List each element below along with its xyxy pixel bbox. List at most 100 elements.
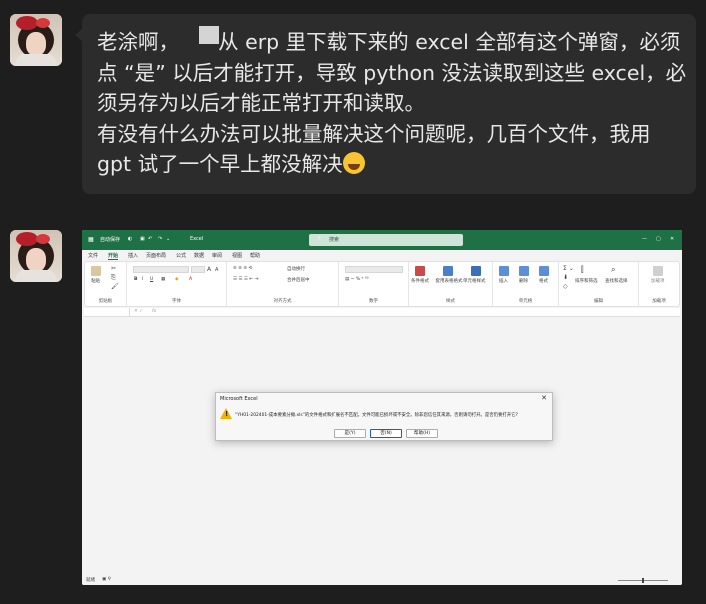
no-button: 否(N) bbox=[370, 429, 402, 438]
group-label: 加载项 bbox=[652, 299, 666, 304]
formula-bar: ✕ ✓ fx bbox=[84, 308, 680, 317]
cut-icon: ✂ bbox=[111, 265, 117, 272]
cell-style-icon bbox=[471, 266, 481, 276]
fill-icon: ⬇ bbox=[563, 274, 569, 281]
chevron-down-icon: ⌄ bbox=[166, 236, 171, 242]
avatar[interactable] bbox=[10, 230, 62, 282]
border-icon: ▦ bbox=[161, 277, 166, 282]
sort-filter-button: 排序和筛选 bbox=[575, 279, 598, 284]
group-editing: Σ ⌄ ⬇ ◇ ⫿ 排序和筛选 ⌕ 查找和选择 编辑 bbox=[559, 262, 639, 306]
tab-page-layout: 页面布局 bbox=[146, 253, 167, 259]
increase-font-icon: A bbox=[207, 266, 212, 273]
group-cells: 插入 删除 格式 单元格 bbox=[493, 262, 559, 306]
redaction-box bbox=[199, 26, 219, 44]
format-cells-icon bbox=[539, 266, 549, 276]
group-label: 剪贴板 bbox=[98, 299, 113, 304]
dialog-message: “YH01-202401-成本要素分摊.xls”的文件格式和扩展名不匹配。文件可… bbox=[235, 413, 518, 418]
format-table-button: 套用表格格式 bbox=[435, 279, 463, 284]
group-addins: 加载项 加载项 bbox=[639, 262, 679, 306]
accessibility-icon: ▣ ⚲ bbox=[102, 577, 111, 582]
group-label: 编辑 bbox=[594, 299, 603, 304]
tab-data: 数据 bbox=[194, 253, 205, 259]
italic-icon: I bbox=[142, 277, 144, 282]
app-name: Excel bbox=[190, 236, 204, 242]
group-label: 字体 bbox=[172, 299, 181, 304]
bold-icon: B bbox=[134, 277, 138, 282]
tab-formulas: 公式 bbox=[176, 253, 187, 259]
warning-icon: ! bbox=[220, 408, 232, 419]
addins-button: 加载项 bbox=[651, 279, 665, 284]
format-button: 格式 bbox=[539, 279, 548, 284]
cell-style-button: 单元格样式 bbox=[463, 279, 486, 284]
redo-icon: ↷ bbox=[158, 236, 163, 242]
excel-logo-icon: ▦ bbox=[88, 236, 94, 243]
laughing-face-icon bbox=[342, 152, 365, 174]
tab-view: 视图 bbox=[232, 253, 243, 259]
close-icon: ✕ bbox=[670, 236, 675, 242]
status-bar: 就绪 ▣ ⚲ bbox=[82, 575, 682, 585]
addins-icon bbox=[653, 266, 663, 276]
group-number: ▤ ~ % ᵊ ⁰⁰ 数字 bbox=[339, 262, 409, 306]
worksheet-area bbox=[82, 318, 682, 575]
sort-filter-icon: ⫿ bbox=[581, 265, 584, 274]
clear-icon: ◇ bbox=[563, 283, 568, 290]
excel-titlebar: ▦ 自动保存 ◐ ▣ ↶ ↷ ⌄ Excel 搜索 ⌕ — ▢ ✕ bbox=[82, 230, 682, 250]
font-name-select bbox=[133, 266, 189, 273]
number-format-select bbox=[345, 266, 403, 273]
group-font: A A B I U ▦ ◆ A 字体 bbox=[127, 262, 227, 306]
cancel-icon: ✕ ✓ bbox=[134, 309, 143, 314]
paste-label: 粘贴 bbox=[91, 279, 100, 284]
underline-icon: U bbox=[150, 277, 154, 282]
font-size-select bbox=[191, 266, 205, 273]
excel-screenshot-image[interactable]: ▦ 自动保存 ◐ ▣ ↶ ↷ ⌄ Excel 搜索 ⌕ — ▢ ✕ 文件 开始 … bbox=[82, 230, 682, 585]
tab-home: 开始 bbox=[108, 253, 119, 260]
ribbon-tabs: 文件 开始 插入 页面布局 公式 数据 审阅 视图 帮助 bbox=[82, 250, 682, 261]
group-label: 对齐方式 bbox=[273, 299, 292, 304]
yes-button: 是(Y) bbox=[334, 429, 366, 438]
toggle-icon: ◐ bbox=[128, 236, 133, 242]
avatar[interactable] bbox=[10, 14, 62, 66]
wrap-text-button: 自动换行 bbox=[287, 267, 305, 272]
group-styles: 条件格式 套用表格格式 单元格样式 样式 bbox=[409, 262, 493, 306]
undo-icon: ↶ bbox=[148, 236, 153, 242]
search-icon: ⌕ bbox=[318, 235, 321, 241]
autosave-label: 自动保存 bbox=[100, 237, 121, 243]
autosum-icon: Σ ⌄ bbox=[563, 265, 574, 272]
merge-center-button: 合并后居中 bbox=[287, 278, 310, 283]
tab-file: 文件 bbox=[88, 253, 99, 259]
conditional-format-icon bbox=[415, 266, 425, 276]
message-bubble[interactable]: 老涂啊， 从 erp 里下载下来的 excel 全部有这个弹窗，必须点 “是” … bbox=[75, 14, 696, 194]
delete-cells-icon bbox=[519, 266, 529, 276]
dialog-title: Microsoft Excel bbox=[220, 396, 258, 402]
tab-review: 审阅 bbox=[212, 253, 223, 259]
find-select-button: 查找和选择 bbox=[605, 279, 628, 284]
fx-icon: fx bbox=[152, 309, 157, 314]
search-input: 搜索 bbox=[309, 234, 463, 246]
group-label: 数字 bbox=[369, 299, 378, 304]
group-label: 样式 bbox=[446, 299, 455, 304]
file-format-warning-dialog: Microsoft Excel ✕ ! “YH01-202401-成本要素分摊.… bbox=[215, 392, 553, 441]
align-left-icon: ☰ ☰ ☰ ⇤ ⇥ bbox=[233, 277, 259, 282]
group-alignment: ≡ ≡ ≡ ⟲ ☰ ☰ ☰ ⇤ ⇥ 自动换行 合并后居中 对齐方式 bbox=[227, 262, 339, 306]
insert-button: 插入 bbox=[499, 279, 508, 284]
tab-insert: 插入 bbox=[128, 253, 139, 259]
decrease-font-icon: A bbox=[215, 267, 219, 273]
insert-cells-icon bbox=[499, 266, 509, 276]
paste-icon bbox=[91, 266, 101, 276]
conditional-format-button: 条件格式 bbox=[411, 279, 429, 284]
copy-icon: ⎘ bbox=[111, 274, 116, 281]
message-text: 老涂啊， 从 erp 里下载下来的 excel 全部有这个弹窗，必须点 “是” … bbox=[97, 30, 687, 176]
minimize-icon: — bbox=[642, 236, 647, 242]
tab-help: 帮助 bbox=[250, 253, 261, 259]
table-format-icon bbox=[443, 266, 453, 276]
status-ready: 就绪 bbox=[86, 578, 95, 583]
find-select-icon: ⌕ bbox=[611, 265, 616, 274]
format-painter-icon: 🖌 bbox=[111, 283, 119, 290]
font-color-icon: A bbox=[189, 277, 193, 282]
percent-icon: ▤ ~ % ᵊ ⁰⁰ bbox=[345, 277, 369, 282]
zoom-slider-thumb bbox=[642, 578, 644, 583]
help-button: 帮助(H) bbox=[406, 429, 438, 438]
close-icon: ✕ bbox=[541, 394, 547, 402]
maximize-icon: ▢ bbox=[656, 236, 661, 242]
group-label: 单元格 bbox=[518, 299, 533, 304]
